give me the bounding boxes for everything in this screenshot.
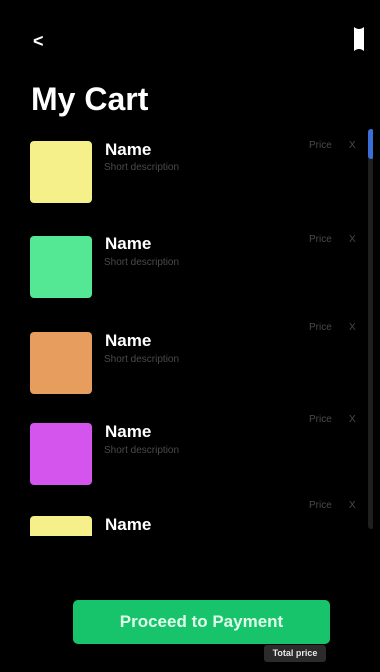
item-thumbnail — [30, 236, 92, 298]
cart-item[interactable]: Name Price X — [7, 499, 367, 536]
item-description: Short description — [104, 445, 180, 456]
cart-item[interactable]: Name Short description Price X — [7, 224, 367, 314]
scrollbar-thumb[interactable] — [368, 129, 373, 159]
cart-item[interactable]: Name Short description Price X — [7, 414, 367, 504]
cart-item[interactable]: Name Short description Price X — [7, 129, 367, 219]
item-price: Price — [309, 322, 332, 333]
item-price: Price — [309, 234, 332, 245]
item-thumbnail — [30, 141, 92, 203]
item-price: Price — [309, 414, 332, 425]
back-button[interactable]: < — [33, 32, 44, 50]
item-description: Short description — [104, 354, 180, 365]
remove-item-button[interactable]: X — [349, 500, 356, 512]
remove-item-button[interactable]: X — [349, 140, 356, 152]
item-price: Price — [309, 500, 332, 511]
cart-list[interactable]: Name Short description Price X Name Shor… — [7, 129, 367, 536]
scrollbar[interactable] — [368, 129, 373, 529]
item-description: Short description — [104, 162, 180, 173]
item-name: Name — [105, 422, 152, 441]
total-price-label: Total price — [264, 645, 326, 662]
cart-screen: < My Cart Name Short description Price X… — [7, 7, 373, 665]
proceed-to-payment-button[interactable]: Proceed to Payment — [73, 600, 330, 644]
item-description: Short description — [104, 257, 180, 268]
item-name: Name — [105, 140, 152, 159]
item-name: Name — [105, 331, 152, 350]
item-name: Name — [105, 515, 152, 534]
page-title: My Cart — [31, 81, 149, 117]
item-thumbnail — [30, 332, 92, 394]
remove-item-button[interactable]: X — [349, 414, 356, 426]
bookmark-icon[interactable] — [353, 26, 365, 52]
cart-item[interactable]: Name Short description Price X — [7, 319, 367, 409]
remove-item-button[interactable]: X — [349, 234, 356, 246]
remove-item-button[interactable]: X — [349, 322, 356, 334]
item-thumbnail — [30, 423, 92, 485]
item-thumbnail — [30, 516, 92, 536]
item-name: Name — [105, 234, 152, 253]
item-price: Price — [309, 140, 332, 151]
